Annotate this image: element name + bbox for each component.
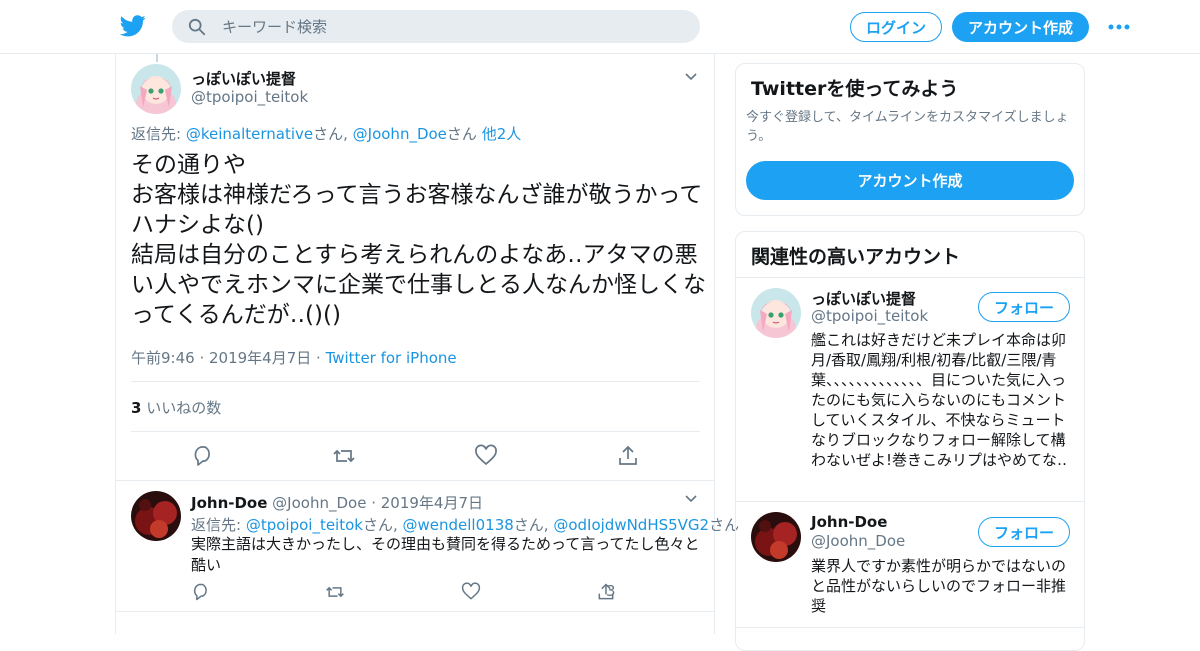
top-bar: ログイン アカウント作成 xyxy=(0,0,1200,54)
share-icon[interactable] xyxy=(616,444,640,468)
account-handle[interactable]: @Joohn_Doe xyxy=(811,532,905,550)
divider xyxy=(131,431,700,432)
account-bio: 艦これは好きだけど未プレイ本命は卯月/香取/鳳翔/利根/初春/比叡/三隈/青葉、… xyxy=(811,331,1068,469)
reply-tweet-header: John-Doe @Joohn_Doe · 2019年4月7日 xyxy=(191,492,483,513)
avatar[interactable] xyxy=(131,64,181,114)
account-name[interactable]: John-Doe xyxy=(811,513,887,531)
reply-others-link[interactable]: 他2人 xyxy=(482,125,522,143)
retweet-icon[interactable] xyxy=(332,444,356,468)
avatar[interactable] xyxy=(751,288,801,338)
tweet-timestamp[interactable]: 午前9:46 · 2019年4月7日 · xyxy=(131,349,326,367)
tweet-text: 実際主語は大きかったし、その理由も賛同を得るためって言ってたし色々と酷い xyxy=(191,535,700,574)
thread-connector-line xyxy=(156,54,158,62)
reply-to-prefix: 返信先: xyxy=(191,516,246,534)
reply-to-suffix: さん, xyxy=(362,516,403,534)
reply-icon[interactable] xyxy=(191,444,215,468)
more-dots-icon[interactable] xyxy=(1108,24,1130,30)
chevron-down-icon[interactable] xyxy=(684,72,698,82)
chevron-down-icon[interactable] xyxy=(684,494,698,504)
divider xyxy=(131,381,700,382)
likes-label: いいねの数 xyxy=(141,399,222,417)
search-icon xyxy=(188,18,206,35)
mention-link[interactable]: @odIojdwNdHS5VG2 xyxy=(553,516,709,534)
author-name[interactable]: John-Doe xyxy=(191,494,267,512)
tweet-text: その通りや お客様は神様だろって言うお客様なんざ誰が敬うかってハナシよな() 結… xyxy=(131,152,706,328)
divider xyxy=(116,480,714,481)
mention-link[interactable]: @wendell0138 xyxy=(403,516,514,534)
author-handle[interactable]: @tpoipoi_teitok xyxy=(191,88,308,106)
card-subtitle: 今すぐ登録して、タイムラインをカスタマイズしましょう。 xyxy=(746,110,1069,144)
avatar[interactable] xyxy=(751,512,801,562)
follow-button[interactable]: フォロー xyxy=(978,517,1070,547)
likes-count: 3 xyxy=(131,399,142,417)
follow-button[interactable]: フォロー xyxy=(978,292,1070,322)
divider xyxy=(736,501,1084,502)
author-handle[interactable]: @Joohn_Doe xyxy=(267,494,366,512)
dark-red-photo-avatar-icon xyxy=(131,491,181,541)
search-bar[interactable] xyxy=(172,10,700,43)
divider xyxy=(116,611,714,612)
login-button[interactable]: ログイン xyxy=(850,12,942,42)
reply-to-suffix: さん, xyxy=(313,125,353,143)
tweet-source-link[interactable]: Twitter for iPhone xyxy=(326,349,457,367)
mention-link[interactable]: @Joohn_Doe xyxy=(353,125,447,143)
heart-icon[interactable] xyxy=(461,582,481,602)
divider xyxy=(736,627,1084,628)
likes-stat[interactable]: 3 いいねの数 xyxy=(131,397,221,418)
author-name[interactable]: っぽいぽい提督 xyxy=(191,68,296,89)
reply-to-line: 返信先: @keinalternativeさん, @Joohn_Doeさん 他2… xyxy=(131,123,521,144)
mention-link[interactable]: @keinalternative xyxy=(186,125,313,143)
avatar[interactable] xyxy=(131,491,181,541)
anime-girl-avatar-icon xyxy=(131,64,181,114)
related-accounts-card: 関連性の高いアカウント っぽいぽい提督 @tpoipoi_teitok フォロー… xyxy=(735,231,1085,651)
reply-to-line: 返信先: @tpoipoi_teitokさん, @wendell0138さん, … xyxy=(191,514,739,535)
reply-icon[interactable] xyxy=(191,582,211,602)
share-icon[interactable] xyxy=(596,582,616,602)
try-twitter-card: Twitterを使ってみよう 今すぐ登録して、タイムラインをカスタマイズしましょ… xyxy=(735,63,1085,216)
retweet-icon[interactable] xyxy=(325,582,345,602)
create-account-button[interactable]: アカウント作成 xyxy=(746,161,1074,200)
account-name[interactable]: っぽいぽい提督 xyxy=(811,288,916,309)
signup-button[interactable]: アカウント作成 xyxy=(952,12,1089,42)
timeline-column: っぽいぽい提督 @tpoipoi_teitok 返信先: @keinaltern… xyxy=(115,54,739,634)
dark-red-photo-avatar-icon xyxy=(751,512,801,562)
reply-to-suffix: さん xyxy=(446,125,482,143)
tweet-date[interactable]: · 2019年4月7日 xyxy=(366,494,483,512)
divider xyxy=(736,277,1084,278)
search-input[interactable] xyxy=(222,17,682,36)
tweet-metadata: 午前9:46 · 2019年4月7日 · Twitter for iPhone xyxy=(131,347,457,368)
card-title: 関連性の高いアカウント xyxy=(751,246,961,268)
anime-girl-avatar-icon xyxy=(751,288,801,338)
mention-link[interactable]: @tpoipoi_teitok xyxy=(246,516,363,534)
card-title: Twitterを使ってみよう xyxy=(751,78,959,100)
account-bio: 業界人ですか素性が明らかではないのと品性がないらしいのでフォロー非推奨 xyxy=(811,557,1067,615)
account-handle[interactable]: @tpoipoi_teitok xyxy=(811,307,928,325)
heart-icon[interactable] xyxy=(474,444,498,468)
reply-to-prefix: 返信先: xyxy=(131,125,186,143)
twitter-bird-logo-icon[interactable] xyxy=(120,14,146,38)
reply-to-suffix: さん, xyxy=(513,516,554,534)
